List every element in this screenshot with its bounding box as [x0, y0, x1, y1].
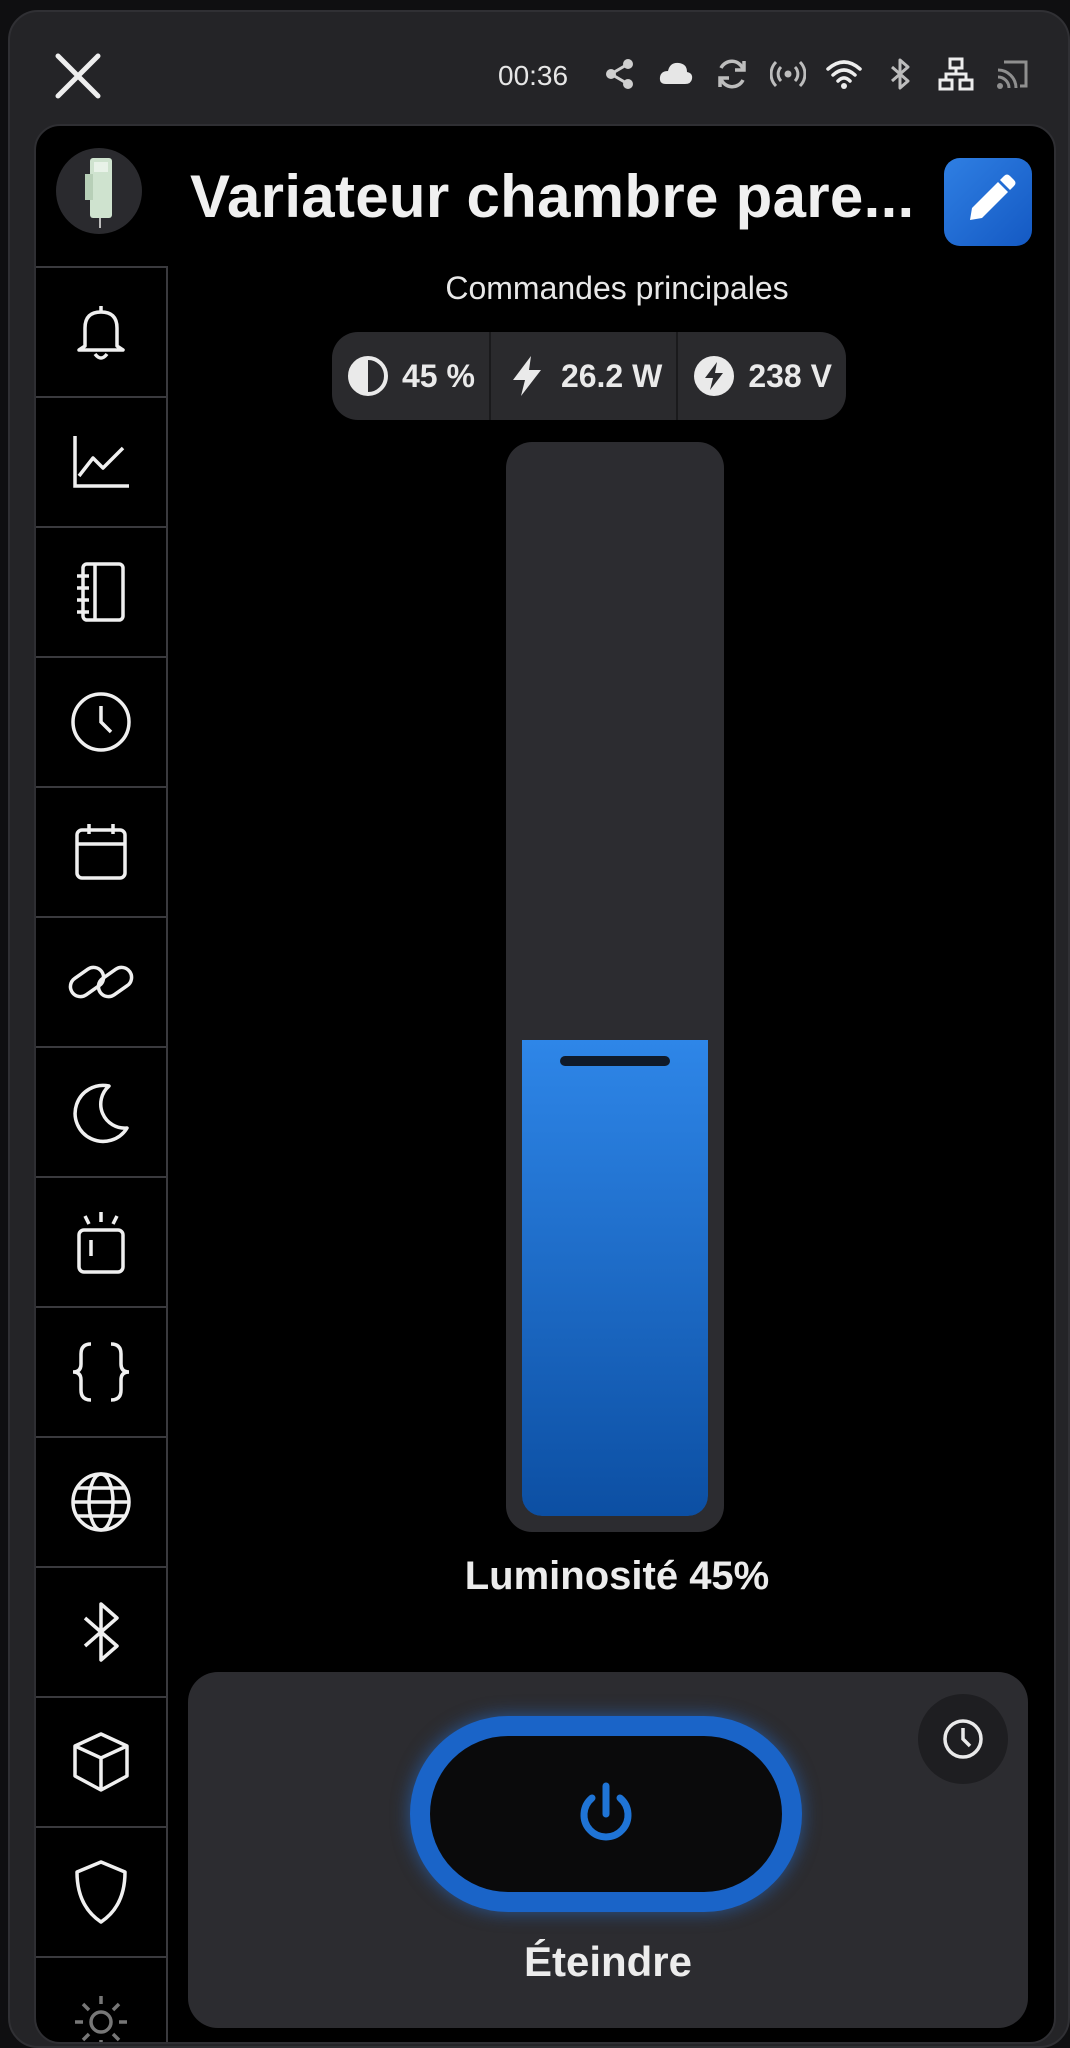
app-window: 00:36 Variateur chambre pare... Commande…: [8, 10, 1070, 2048]
status-chips: 45 % 26.2 W 238 V: [332, 332, 846, 420]
settings-icon: [75, 1996, 127, 2042]
notebook-icon: [77, 562, 125, 622]
bluetooth-icon: [882, 56, 918, 92]
sidebar-item-scenes[interactable]: [36, 1176, 166, 1306]
sync-icon: [714, 56, 750, 92]
clock-icon: [943, 1719, 983, 1759]
slider-track: [522, 458, 708, 1516]
timer-button[interactable]: [918, 1694, 1008, 1784]
chip-brightness-value: 45 %: [402, 357, 475, 394]
globe-icon: [71, 1472, 131, 1532]
sidebar-item-network[interactable]: [36, 1436, 166, 1566]
status-bar: 00:36: [10, 12, 1070, 132]
power-label: Éteindre: [523, 1938, 693, 1985]
share-icon: [602, 56, 638, 92]
sidebar-item-notifications[interactable]: [36, 266, 166, 396]
power-button[interactable]: [410, 1716, 802, 1912]
pencil-icon: [970, 174, 1016, 220]
slider-fill: [522, 1040, 708, 1516]
sidebar-item-logbook[interactable]: [36, 526, 166, 656]
close-icon: [55, 53, 101, 99]
edit-button[interactable]: [944, 158, 1032, 246]
sidebar-item-scripts[interactable]: [36, 1306, 166, 1436]
sidebar: [36, 266, 168, 2042]
sidebar-item-security[interactable]: [36, 1826, 166, 1956]
sidebar-item-history[interactable]: [36, 396, 166, 526]
sidebar-item-device-info[interactable]: [36, 1696, 166, 1826]
sidebar-item-timers[interactable]: [36, 656, 166, 786]
close-button[interactable]: [50, 48, 106, 104]
voltage-icon: [694, 356, 735, 396]
status-icons: [602, 56, 1030, 92]
bell-icon: [77, 306, 125, 360]
chart-line-icon: [73, 436, 129, 488]
moon-icon: [73, 1083, 129, 1144]
sidebar-item-night-mode[interactable]: [36, 1046, 166, 1176]
cloud-icon: [658, 56, 694, 92]
network-icon: [938, 56, 974, 92]
sidebar-item-settings[interactable]: [36, 1956, 166, 2042]
power-icon: [580, 1782, 632, 1841]
calendar-icon: [75, 824, 127, 880]
bluetooth-icon: [83, 1602, 119, 1662]
cast-icon: [994, 56, 1030, 92]
link-icon: [68, 965, 134, 999]
sidebar-item-schedules[interactable]: [36, 786, 166, 916]
sidebar-item-links[interactable]: [36, 916, 166, 1046]
scene-icon: [77, 1212, 125, 1274]
power-card: Éteindre: [188, 1672, 1028, 2028]
brightness-caption: Luminosité 45%: [464, 1554, 770, 1598]
sidebar-item-bluetooth[interactable]: [36, 1566, 166, 1696]
chip-brightness: 45 %: [332, 332, 491, 420]
chip-voltage-value: 238 V: [748, 357, 832, 394]
shield-icon: [75, 1860, 127, 1924]
chip-power-value: 26.2 W: [560, 357, 663, 394]
lightning-icon: [512, 356, 541, 396]
slider-handle[interactable]: [560, 1056, 670, 1066]
wifi-icon: [826, 56, 862, 92]
status-time: 00:36: [498, 60, 569, 91]
brightness-slider[interactable]: [506, 442, 724, 1532]
chip-voltage: 238 V: [678, 332, 846, 420]
device-image: [56, 148, 142, 234]
broadcast-icon: [769, 56, 807, 92]
cube-icon: [73, 1732, 129, 1792]
device-panel: Variateur chambre pare... Commandes prin…: [34, 124, 1056, 2044]
clock-icon: [71, 692, 131, 752]
code-braces-icon: [72, 1342, 130, 1402]
page-title: Variateur chambre pare...: [190, 163, 915, 230]
chip-power: 26.2 W: [491, 332, 679, 420]
section-title: Commandes principales: [445, 270, 789, 306]
contrast-icon: [348, 356, 388, 396]
